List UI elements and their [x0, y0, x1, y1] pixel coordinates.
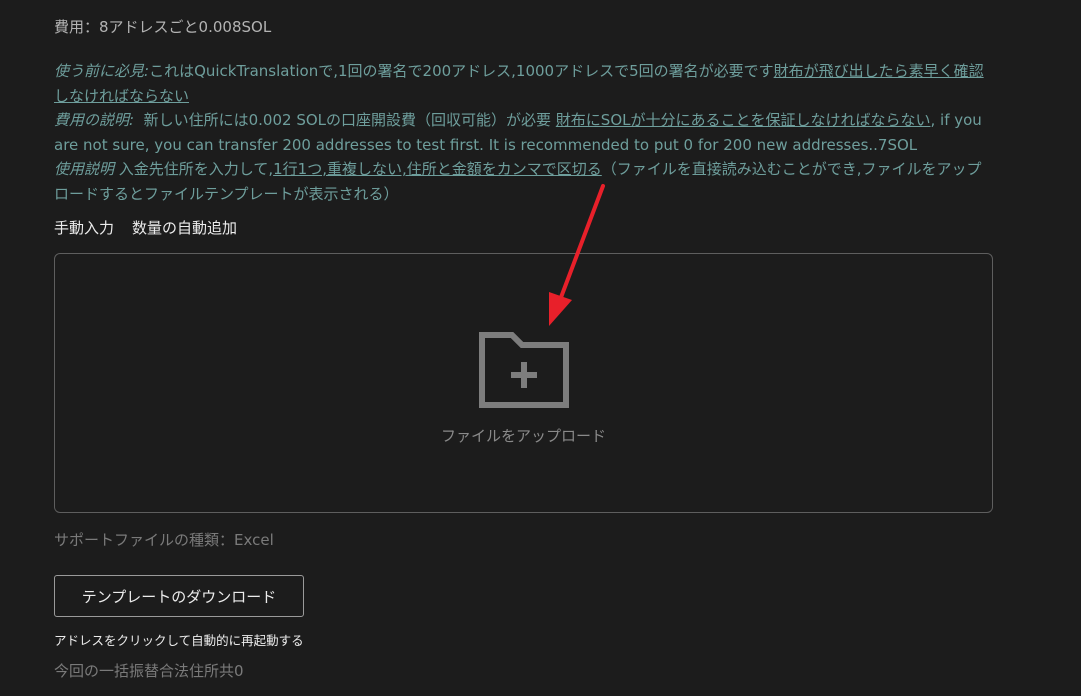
valid-address-count: 今回の一括振替合法住所共0 — [54, 662, 244, 680]
usage-text: 入金先住所を入力して, — [118, 160, 274, 178]
instructions: 使う前に必見:これはQuickTranslationで,1回の署名で200アドレ… — [54, 59, 986, 206]
page: 費用：8アドレスごと0.008SOL 使う前に必見:これはQuickTransl… — [0, 0, 1081, 696]
before-use-text: これはQuickTranslationで,1回の署名で200アドレス,1000ア… — [149, 62, 774, 80]
tab-manual-input[interactable]: 手動入力 — [54, 219, 114, 237]
restart-hint[interactable]: アドレスをクリックして自動的に再起動する — [54, 630, 304, 649]
usage-link[interactable]: 1行1つ,重複しない,住所と金額をカンマで区切る — [273, 160, 602, 178]
cost-link[interactable]: 財布にSOLが十分にあることを保証しなければならない — [556, 111, 931, 129]
cost-text: 新しい住所には0.002 SOLの口座開設費（回収可能）が必要 — [143, 111, 552, 129]
tab-auto-add[interactable]: 数量の自動追加 — [132, 219, 237, 237]
before-use-label: 使う前に必見: — [54, 62, 150, 80]
folder-plus-icon — [479, 332, 569, 408]
fee-text: 費用：8アドレスごと0.008SOL — [54, 18, 272, 36]
input-mode-tabs: 手動入力 数量の自動追加 — [54, 217, 237, 238]
supported-file-types: サポートファイルの種類：Excel — [54, 531, 274, 549]
download-template-button[interactable]: テンプレートのダウンロード — [54, 575, 304, 617]
upload-label[interactable]: ファイルをアップロード — [54, 425, 993, 446]
usage-label: 使用説明 — [54, 160, 115, 178]
cost-label: 費用の説明: — [54, 111, 135, 129]
